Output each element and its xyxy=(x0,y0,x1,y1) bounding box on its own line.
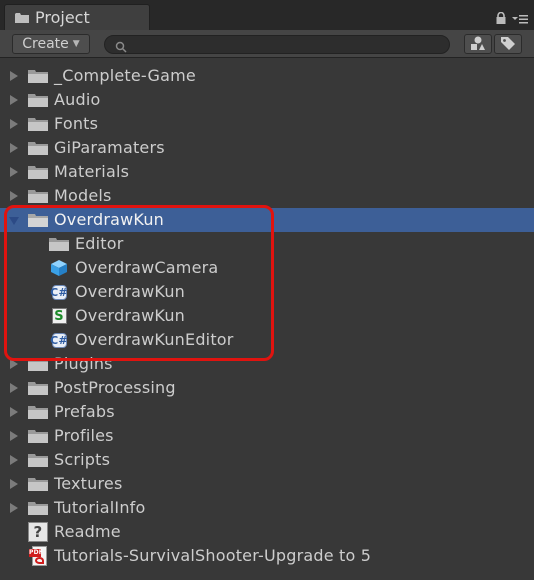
lock-icon[interactable] xyxy=(496,9,506,28)
tree-item-label: OverdrawKun xyxy=(75,282,186,301)
javascript-script-icon: S xyxy=(49,307,69,325)
expand-arrow-icon[interactable] xyxy=(10,431,18,441)
tree-item-label: Profiles xyxy=(54,426,114,445)
tree-item-overdrawcamera[interactable]: OverdrawCamera xyxy=(0,256,534,280)
csharp-script-icon: C# xyxy=(50,284,68,300)
folder-icon xyxy=(28,379,48,397)
tree-item-label: Audio xyxy=(54,90,101,109)
tab-label: Project xyxy=(35,8,90,27)
tag-icon xyxy=(500,35,516,54)
tree-item-complete-game[interactable]: _Complete-Game xyxy=(0,64,534,88)
tree-item-label: Tutorials-SurvivalShooter-Upgrade to 5 xyxy=(54,546,372,565)
folder-icon xyxy=(28,475,48,493)
csharp-script-icon: C# xyxy=(50,332,68,348)
folder-icon xyxy=(28,499,48,517)
expand-arrow-icon[interactable] xyxy=(10,191,18,201)
expand-arrow-icon[interactable] xyxy=(10,119,18,129)
folder-icon xyxy=(15,12,29,23)
tree-item-label: Editor xyxy=(75,234,124,253)
expand-arrow-icon[interactable] xyxy=(10,71,18,81)
tree-item-overdrawkun[interactable]: OverdrawKun xyxy=(0,208,534,232)
tree-item-prefabs[interactable]: Prefabs xyxy=(0,400,534,424)
tree-item-tutorials-pdf[interactable]: PDF Tutorials-SurvivalShooter-Upgrade to… xyxy=(0,544,534,568)
tree-item-postprocessing[interactable]: PostProcessing xyxy=(0,376,534,400)
tree-item-label: Prefabs xyxy=(54,402,115,421)
search-by-type-button[interactable] xyxy=(464,34,492,54)
tree-item-editor[interactable]: Editor xyxy=(0,232,534,256)
tree-item-label: Textures xyxy=(54,474,123,493)
tree-item-label: Models xyxy=(54,186,112,205)
folder-icon xyxy=(28,427,48,445)
project-toolbar: Create ▼ xyxy=(0,30,534,58)
expand-arrow-icon[interactable] xyxy=(10,383,18,393)
tree-item-models[interactable]: Models xyxy=(0,184,534,208)
readme-question-icon: ? xyxy=(28,522,48,542)
tree-item-label: Plugins xyxy=(54,354,113,373)
tree-item-overdrawkun-cs[interactable]: C# OverdrawKun xyxy=(0,280,534,304)
tree-item-plugins[interactable]: Plugins xyxy=(0,352,534,376)
tree-item-overdrawkun-js[interactable]: S OverdrawKun xyxy=(0,304,534,328)
folder-icon xyxy=(28,67,48,85)
tree-item-label: Fonts xyxy=(54,114,99,133)
panel-tab-bar: Project xyxy=(0,0,534,30)
tree-item-label: OverdrawKunEditor xyxy=(75,330,234,349)
folder-icon xyxy=(28,163,48,181)
expand-arrow-icon[interactable] xyxy=(10,143,18,153)
expand-arrow-icon[interactable] xyxy=(10,503,18,513)
pdf-file-icon: PDF xyxy=(28,546,48,566)
prefab-cube-icon xyxy=(49,259,69,277)
tree-item-label: _Complete-Game xyxy=(54,66,196,85)
folder-icon xyxy=(28,451,48,469)
tree-item-label: Scripts xyxy=(54,450,111,469)
folder-open-icon xyxy=(28,211,48,229)
tree-item-audio[interactable]: Audio xyxy=(0,88,534,112)
tree-item-materials[interactable]: Materials xyxy=(0,160,534,184)
tree-item-label: OverdrawKun xyxy=(54,210,165,229)
search-field[interactable] xyxy=(104,35,450,54)
create-label: Create xyxy=(22,36,69,52)
create-dropdown-button[interactable]: Create ▼ xyxy=(12,34,90,54)
tree-item-textures[interactable]: Textures xyxy=(0,472,534,496)
tree-item-tutorialinfo[interactable]: TutorialInfo xyxy=(0,496,534,520)
expand-arrow-icon[interactable] xyxy=(10,95,18,105)
search-by-label-button[interactable] xyxy=(494,34,522,54)
folder-icon xyxy=(49,235,69,253)
tree-item-overdrawkuneditor[interactable]: C# OverdrawKunEditor xyxy=(0,328,534,352)
search-input[interactable] xyxy=(133,36,433,53)
tree-item-label: TutorialInfo xyxy=(54,498,146,517)
folder-icon xyxy=(28,187,48,205)
collapse-arrow-icon[interactable] xyxy=(9,217,19,225)
tree-item-label: Readme xyxy=(54,522,121,541)
folder-icon xyxy=(28,403,48,421)
folder-icon xyxy=(28,115,48,133)
tree-item-readme[interactable]: ? Readme xyxy=(0,520,534,544)
tree-item-label: Materials xyxy=(54,162,130,181)
tree-item-label: GiParamaters xyxy=(54,138,165,157)
tree-item-scripts[interactable]: Scripts xyxy=(0,448,534,472)
folder-icon xyxy=(28,91,48,109)
tab-project[interactable]: Project xyxy=(4,4,150,30)
tree-item-label: OverdrawKun xyxy=(75,306,186,325)
expand-arrow-icon[interactable] xyxy=(10,455,18,465)
tree-item-fonts[interactable]: Fonts xyxy=(0,112,534,136)
filter-by-type-icon xyxy=(470,35,486,54)
expand-arrow-icon[interactable] xyxy=(10,479,18,489)
project-tree: _Complete-Game Audio Fonts GiParamaters … xyxy=(0,64,534,568)
panel-menu-icon[interactable] xyxy=(512,9,528,28)
expand-arrow-icon[interactable] xyxy=(10,359,18,369)
tree-item-label: OverdrawCamera xyxy=(75,258,219,277)
tree-item-profiles[interactable]: Profiles xyxy=(0,424,534,448)
chevron-down-icon: ▼ xyxy=(72,39,80,49)
folder-icon xyxy=(28,139,48,157)
tree-item-giparamaters[interactable]: GiParamaters xyxy=(0,136,534,160)
expand-arrow-icon[interactable] xyxy=(10,167,18,177)
tree-item-label: PostProcessing xyxy=(54,378,176,397)
expand-arrow-icon[interactable] xyxy=(10,407,18,417)
search-icon xyxy=(115,38,127,57)
folder-icon xyxy=(28,355,48,373)
